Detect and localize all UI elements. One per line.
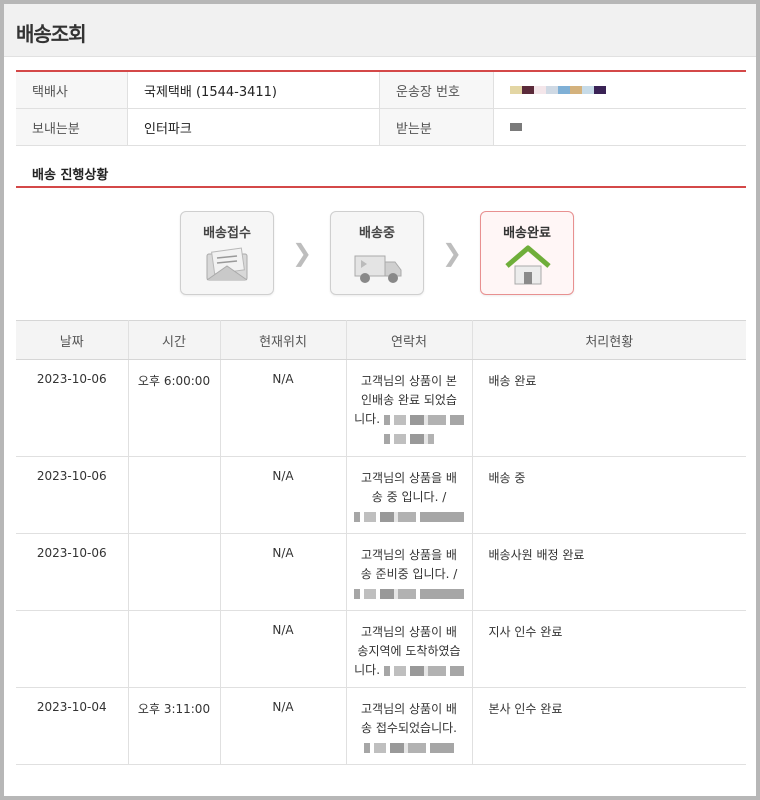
chevron-right-icon: ❯ bbox=[291, 239, 313, 267]
row-date: 2023-10-04 bbox=[16, 687, 129, 765]
row-time bbox=[128, 533, 221, 611]
courier-label: 택배사 bbox=[16, 72, 128, 108]
redacted-phone bbox=[354, 588, 464, 599]
step-received: 배송접수 bbox=[180, 211, 274, 295]
redaction-block bbox=[534, 86, 546, 94]
redaction-block bbox=[558, 86, 570, 94]
redacted-phone bbox=[383, 414, 464, 425]
tracking-number-label: 운송장 번호 bbox=[380, 72, 494, 108]
row-contact: 고객님의 상품이 배 송지역에 도착하였습 니다. bbox=[346, 610, 473, 688]
row-location: N/A bbox=[220, 359, 347, 457]
row-status: 배송사원 배정 완료 bbox=[472, 533, 746, 611]
contact-line: 고객님의 상품이 본 bbox=[361, 374, 457, 388]
progress-title-text: 배송 진행상황 bbox=[32, 168, 109, 183]
courier-value: 국제택배 (1544-3411) bbox=[128, 72, 380, 108]
row-status: 배송 중 bbox=[472, 456, 746, 534]
envelope-icon bbox=[206, 247, 248, 281]
redaction-block bbox=[510, 123, 522, 131]
step-delivered-label: 배송완료 bbox=[503, 226, 551, 241]
table-row: 2023-10-06 N/A 고객님의 상품을 배 송 준비중 입니다. / 배… bbox=[16, 533, 746, 611]
tracking-history-table: 날짜 시간 현재위치 연락처 처리현황 2023-10-06 오후 6:00:0… bbox=[16, 320, 746, 765]
table-row: 2023-10-04 오후 3:11:00 N/A 고객님의 상품이 배 송 접… bbox=[16, 687, 746, 765]
title-bar: 배송조회 bbox=[4, 4, 756, 57]
table-row: 2023-10-06 N/A 고객님의 상품을 배 송 중 입니다. / 배송 … bbox=[16, 456, 746, 534]
row-time: 오후 3:11:00 bbox=[128, 687, 221, 765]
contact-line: 니다. bbox=[354, 412, 381, 426]
row-date: 2023-10-06 bbox=[16, 359, 129, 457]
row-status: 본사 인수 완료 bbox=[472, 687, 746, 765]
row-status: 지사 인수 완료 bbox=[472, 610, 746, 688]
progress-steps: 배송접수 ❯ 배송중 ❯ 배송완료 bbox=[180, 208, 600, 298]
contact-line: 고객님의 상품을 배 bbox=[361, 471, 457, 485]
redaction-block bbox=[546, 86, 558, 94]
row-location: N/A bbox=[220, 610, 347, 688]
redaction-block bbox=[582, 86, 594, 94]
delivery-tracking-window: 배송조회 택배사 국제택배 (1544-3411) 운송장 번호 보내는분 인터… bbox=[0, 0, 760, 800]
redacted-phone bbox=[383, 665, 464, 676]
contact-line: 송지역에 도착하였습 bbox=[357, 644, 461, 658]
redaction-block bbox=[522, 86, 534, 94]
receiver-label: 받는분 bbox=[380, 109, 494, 145]
redacted-phone bbox=[354, 511, 464, 522]
house-icon bbox=[505, 245, 551, 285]
truck-icon bbox=[354, 255, 402, 283]
info-row-sender: 보내는분 인터파크 받는분 bbox=[16, 109, 746, 146]
row-contact: 고객님의 상품이 배 송 접수되었습니다. bbox=[346, 687, 473, 765]
page-title: 배송조회 bbox=[16, 22, 87, 46]
row-contact: 고객님의 상품을 배 송 중 입니다. / bbox=[346, 456, 473, 534]
header-time: 시간 bbox=[128, 320, 221, 360]
row-contact: 고객님의 상품이 본 인배송 완료 되었습 니다. bbox=[346, 359, 473, 457]
receiver-value bbox=[494, 109, 746, 145]
contact-line: 송 중 입니다. / bbox=[371, 490, 447, 504]
contact-line: 인배송 완료 되었습 bbox=[361, 393, 457, 407]
contact-line: 니다. bbox=[354, 663, 381, 677]
shipment-info-table: 택배사 국제택배 (1544-3411) 운송장 번호 보내는분 인터파크 받는… bbox=[16, 70, 746, 146]
row-location: N/A bbox=[220, 533, 347, 611]
step-in-transit-label: 배송중 bbox=[359, 226, 395, 241]
header-location: 현재위치 bbox=[220, 320, 347, 360]
redacted-phone bbox=[384, 433, 434, 444]
row-location: N/A bbox=[220, 456, 347, 534]
row-date: 2023-10-06 bbox=[16, 533, 129, 611]
sender-value: 인터파크 bbox=[128, 109, 380, 145]
sender-label: 보내는분 bbox=[16, 109, 128, 145]
contact-line: 고객님의 상품이 배 bbox=[361, 625, 457, 639]
row-location: N/A bbox=[220, 687, 347, 765]
redaction-block bbox=[570, 86, 582, 94]
history-header-row: 날짜 시간 현재위치 연락처 처리현황 bbox=[16, 320, 746, 360]
row-status: 배송 완료 bbox=[472, 359, 746, 457]
contact-line: 송 준비중 입니다. / bbox=[360, 567, 458, 581]
header-date: 날짜 bbox=[16, 320, 129, 360]
row-date bbox=[16, 610, 129, 688]
row-date: 2023-10-06 bbox=[16, 456, 129, 534]
header-status: 처리현황 bbox=[472, 320, 746, 360]
row-contact: 고객님의 상품을 배 송 준비중 입니다. / bbox=[346, 533, 473, 611]
row-time bbox=[128, 610, 221, 688]
step-in-transit: 배송중 bbox=[330, 211, 424, 295]
row-time bbox=[128, 456, 221, 534]
chevron-right-icon: ❯ bbox=[441, 239, 463, 267]
row-time: 오후 6:00:00 bbox=[128, 359, 221, 457]
progress-section-title: 배송 진행상황 bbox=[16, 164, 746, 188]
header-contact: 연락처 bbox=[346, 320, 473, 360]
contact-line: 송 접수되었습니다. bbox=[361, 721, 457, 735]
redacted-phone bbox=[364, 742, 454, 753]
step-delivered: 배송완료 bbox=[480, 211, 574, 295]
redaction-block bbox=[510, 86, 522, 94]
contact-line: 고객님의 상품을 배 bbox=[361, 548, 457, 562]
redacted-receiver-name bbox=[510, 123, 522, 131]
info-row-courier: 택배사 국제택배 (1544-3411) 운송장 번호 bbox=[16, 72, 746, 109]
step-received-label: 배송접수 bbox=[203, 226, 251, 241]
redaction-block bbox=[594, 86, 606, 94]
redacted-tracking-number bbox=[510, 86, 606, 94]
table-row: N/A 고객님의 상품이 배 송지역에 도착하였습 니다. 지사 인수 완료 bbox=[16, 610, 746, 688]
tracking-number-value[interactable] bbox=[494, 72, 746, 108]
contact-line: 고객님의 상품이 배 bbox=[361, 702, 457, 716]
table-row: 2023-10-06 오후 6:00:00 N/A 고객님의 상품이 본 인배송… bbox=[16, 359, 746, 457]
